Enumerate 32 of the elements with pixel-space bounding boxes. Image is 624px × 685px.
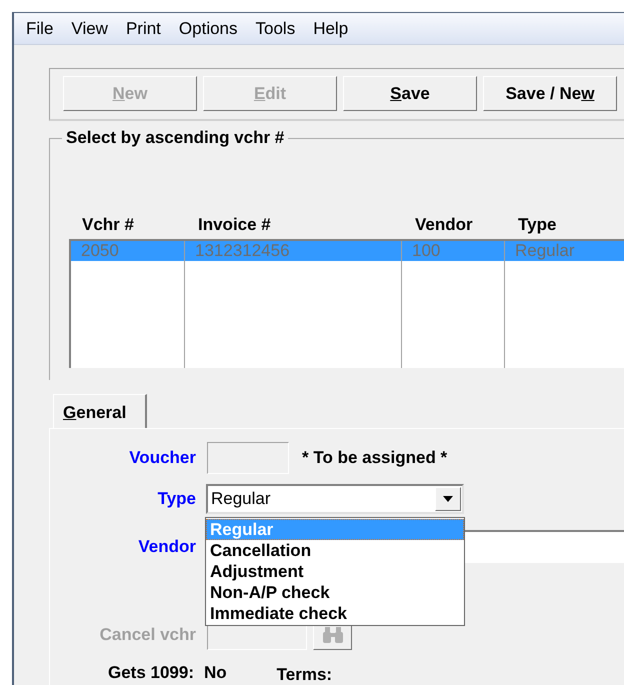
dropdown-option[interactable]: Adjustment <box>206 561 464 582</box>
column-header[interactable]: Vchr # <box>82 215 134 234</box>
menu-item[interactable]: Options <box>178 16 238 42</box>
field-label: Gets 1099: <box>108 662 194 684</box>
tab[interactable]: General <box>53 394 147 428</box>
toolbar-button[interactable]: Save / New <box>483 76 617 111</box>
dropdown-option[interactable]: Non-A/P check <box>206 582 464 603</box>
field-label: Cancel vchr <box>100 624 196 646</box>
table-cell: Regular <box>505 241 624 261</box>
field-label: Terms: <box>276 664 332 685</box>
binoculars-icon <box>322 627 344 643</box>
assignment-note: * To be assigned * <box>302 447 448 470</box>
field-label: Vendor <box>138 536 196 558</box>
column-header[interactable]: Type <box>518 215 556 234</box>
table-cell: 100 <box>402 241 504 261</box>
toolbar-button[interactable]: Save <box>343 76 477 111</box>
column-header[interactable]: Invoice # <box>198 215 271 234</box>
dropdown-option[interactable]: Cancellation <box>206 540 464 561</box>
group-title: Select by ascending vchr # <box>62 128 288 148</box>
menu-item[interactable]: Print <box>126 16 161 42</box>
column-header[interactable]: Vendor <box>415 215 473 234</box>
type-dropdown[interactable]: Regular <box>206 484 464 514</box>
field-label: Voucher <box>129 447 196 470</box>
field-label: Type <box>158 488 196 510</box>
menu-item[interactable]: Help <box>313 16 348 42</box>
table-cell: 2050 <box>71 241 184 261</box>
table-cell: 1312312456 <box>185 241 401 261</box>
menu-item[interactable]: View <box>71 16 108 42</box>
menu-item[interactable]: Tools <box>256 16 296 42</box>
dropdown-option[interactable]: Immediate check <box>206 603 464 624</box>
field-value: No <box>204 662 227 684</box>
menu-item[interactable]: File <box>26 16 54 42</box>
